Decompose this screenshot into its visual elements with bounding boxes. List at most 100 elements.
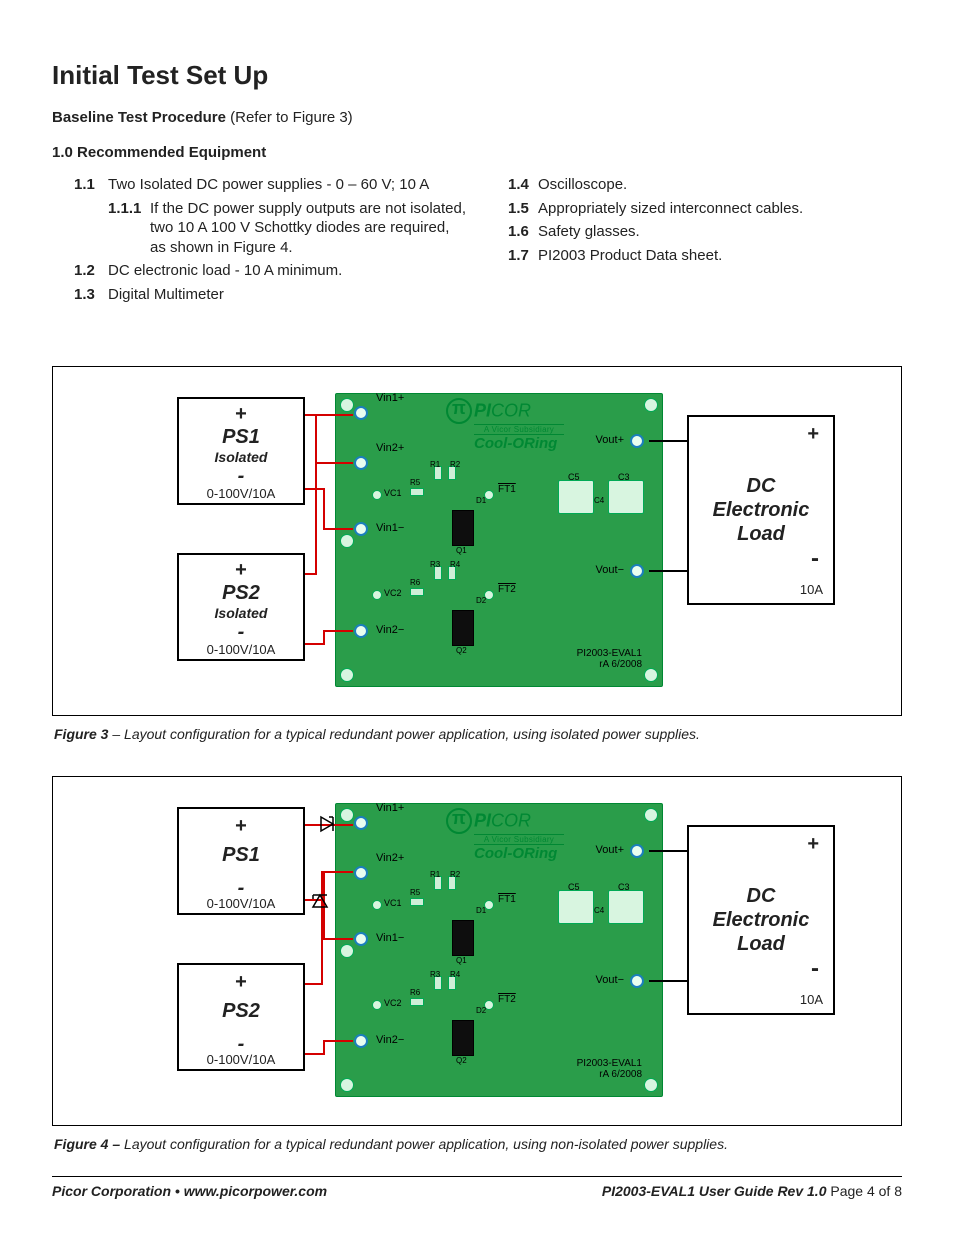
q1-label: Q1 [456, 956, 467, 965]
vin1p-label: Vin1+ [376, 802, 404, 814]
ps2-label: PS2 [179, 1000, 303, 1023]
item-text: Safety glasses. [538, 222, 640, 242]
screw-icon [644, 668, 658, 682]
d2-label: D2 [476, 1006, 486, 1015]
screw-icon [644, 1078, 658, 1092]
ps2-box: + PS2 Isolated - 0-100V/10A [177, 553, 305, 661]
wire [323, 630, 325, 644]
item-text: If the DC power supply outputs are not i… [150, 199, 468, 258]
vicor-sub: A Vicor Subsidiary [474, 424, 564, 435]
vin1m-label: Vin1− [376, 932, 404, 944]
r2-label: R2 [450, 460, 460, 469]
wire [323, 938, 353, 940]
vc2-tp [372, 590, 382, 600]
ft1-label: FT1 [498, 894, 516, 905]
r6-label: R6 [410, 988, 420, 997]
d2-label: D2 [476, 596, 486, 605]
figure-4-bold: Figure 4 – [54, 1136, 120, 1152]
ps1-box: + PS1 - 0-100V/10A [177, 807, 305, 915]
screw-icon [340, 398, 354, 412]
ps1-label: PS1 [179, 844, 303, 867]
figure-4-box: + PS1 - 0-100V/10A + PS2 - 0-100V/10A + … [52, 776, 902, 1126]
c5-cap [558, 480, 594, 514]
cool-oring: Cool-ORing [474, 435, 564, 452]
item-text: Appropriately sized interconnect cables. [538, 199, 803, 219]
item-text: Two Isolated DC power supplies - 0 – 60 … [108, 175, 429, 195]
q2-chip [452, 1020, 474, 1056]
pcb-board: PICOR A Vicor Subsidiary Cool-ORing Vin1… [335, 393, 663, 687]
figure-3-diagram: + PS1 Isolated - 0-100V/10A + PS2 Isolat… [67, 381, 887, 701]
pcb-rev: PI2003-EVAL1 rA 6/2008 [577, 648, 642, 670]
item-1-5: 1.5 Appropriately sized interconnect cab… [508, 199, 902, 219]
cool-oring: Cool-ORing [474, 845, 564, 862]
wire [305, 643, 325, 645]
plus-icon: + [807, 833, 819, 856]
q2-chip [452, 610, 474, 646]
plus-icon: + [179, 971, 303, 994]
voutp-label: Vout+ [596, 434, 624, 446]
r5-label: R5 [410, 478, 420, 487]
screw-icon [340, 668, 354, 682]
item-num: 1.4 [508, 175, 538, 195]
d1-label: D1 [476, 906, 486, 915]
screw-icon [644, 398, 658, 412]
r5 [410, 488, 424, 496]
ft1-label: FT1 [498, 484, 516, 495]
item-num: 1.5 [508, 199, 538, 219]
figure-3-text: – Layout configuration for a typical red… [108, 726, 699, 742]
vc2-label: VC2 [384, 998, 402, 1008]
r1-label: R1 [430, 460, 440, 469]
load-box: + DC Electronic Load - 10A [687, 825, 835, 1015]
footer-right: PI2003-EVAL1 User Guide Rev 1.0 Page 4 o… [602, 1183, 902, 1199]
ft2-label: FT2 [498, 994, 516, 1005]
right-column: 1.4 Oscilloscope. 1.5 Appropriately size… [508, 175, 902, 308]
ps1-range: 0-100V/10A [179, 485, 303, 501]
wire [323, 488, 325, 528]
voutm-terminal [630, 564, 644, 578]
ps2-box: + PS2 - 0-100V/10A [177, 963, 305, 1071]
pcb-rev: PI2003-EVAL1 rA 6/2008 [577, 1058, 642, 1080]
c5-label: C5 [568, 472, 580, 482]
voutm-terminal [630, 974, 644, 988]
screw-icon [340, 808, 354, 822]
wire [323, 630, 353, 632]
vin1m-label: Vin1− [376, 522, 404, 534]
load-amp: 10A [800, 582, 823, 597]
screw-icon [644, 808, 658, 822]
voutp-label: Vout+ [596, 844, 624, 856]
pi-icon [446, 398, 472, 424]
vin1p-terminal [354, 816, 368, 830]
q2-label: Q2 [456, 646, 467, 655]
picor-logo: PICOR A Vicor Subsidiary Cool-ORing [446, 398, 564, 452]
footer-left: Picor Corporation • www.picorpower.com [52, 1183, 327, 1199]
r2-label: R2 [450, 870, 460, 879]
wire [321, 871, 323, 985]
c3-label: C3 [618, 472, 630, 482]
wire [305, 414, 353, 416]
item-num: 1.3 [74, 285, 108, 305]
r6 [410, 998, 424, 1006]
vin1p-terminal [354, 406, 368, 420]
vc2-tp [372, 1000, 382, 1010]
ps2-range: 0-100V/10A [179, 642, 303, 657]
wire [315, 414, 317, 462]
q2-label: Q2 [456, 1056, 467, 1065]
vin2p-label: Vin2+ [376, 852, 404, 864]
c5-label: C5 [568, 882, 580, 892]
ps1-range: 0-100V/10A [179, 896, 303, 911]
q1-chip [452, 510, 474, 546]
load-line2: Electronic [713, 498, 810, 522]
r5 [410, 898, 424, 906]
wire [323, 871, 353, 873]
wire [649, 850, 687, 852]
vin2p-terminal [354, 866, 368, 880]
isolated-label: Isolated [179, 449, 303, 465]
screw-icon [340, 534, 354, 548]
plus-icon: + [179, 815, 303, 838]
vicor-sub: A Vicor Subsidiary [474, 834, 564, 845]
left-column: 1.1 Two Isolated DC power supplies - 0 –… [52, 175, 468, 308]
wire [323, 528, 353, 530]
vc2-label: VC2 [384, 588, 402, 598]
wire [649, 980, 687, 982]
baseline-refer: (Refer to Figure 3) [226, 109, 353, 126]
